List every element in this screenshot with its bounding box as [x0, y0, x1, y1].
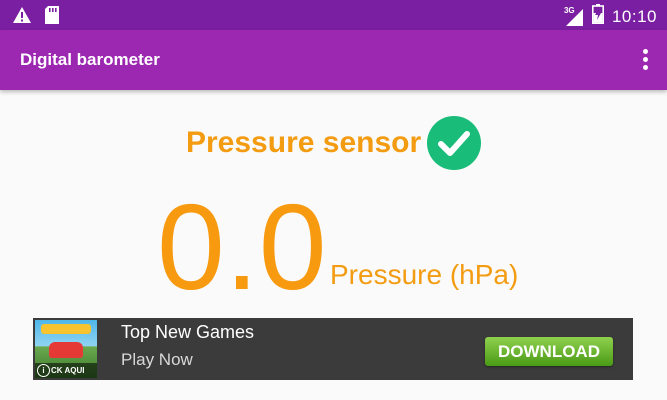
ad-banner[interactable]: CK AQUI i Top New Games Play Now DOWNLOA…: [33, 318, 633, 380]
pressure-value: 0.0: [157, 179, 327, 315]
ad-subtitle: Play Now: [121, 350, 193, 369]
app-bar: Digital barometer: [0, 30, 667, 90]
signal-icon: 3G: [564, 6, 584, 27]
ad-title: Top New Games: [121, 322, 255, 342]
clock: 10:10: [611, 6, 657, 26]
sensor-status: Pressure sensor: [186, 116, 482, 170]
pressure-unit: Pressure (hPa): [330, 259, 519, 290]
check-circle-icon: [427, 116, 482, 170]
thumb-car-image: [49, 342, 83, 358]
sensor-label: Pressure sensor: [186, 126, 422, 159]
thumb-logo: [41, 324, 91, 334]
download-button[interactable]: DOWNLOAD: [485, 337, 613, 366]
sd-card-icon: [44, 5, 60, 30]
ad-thumbnail[interactable]: CK AQUI i: [35, 320, 97, 378]
warning-icon: [12, 6, 32, 29]
battery-charging-icon: [591, 4, 604, 29]
info-icon[interactable]: i: [37, 364, 50, 377]
app-title: Digital barometer: [20, 50, 160, 69]
status-bar: 3G 10:10: [0, 0, 667, 30]
more-vert-icon[interactable]: [641, 49, 649, 71]
